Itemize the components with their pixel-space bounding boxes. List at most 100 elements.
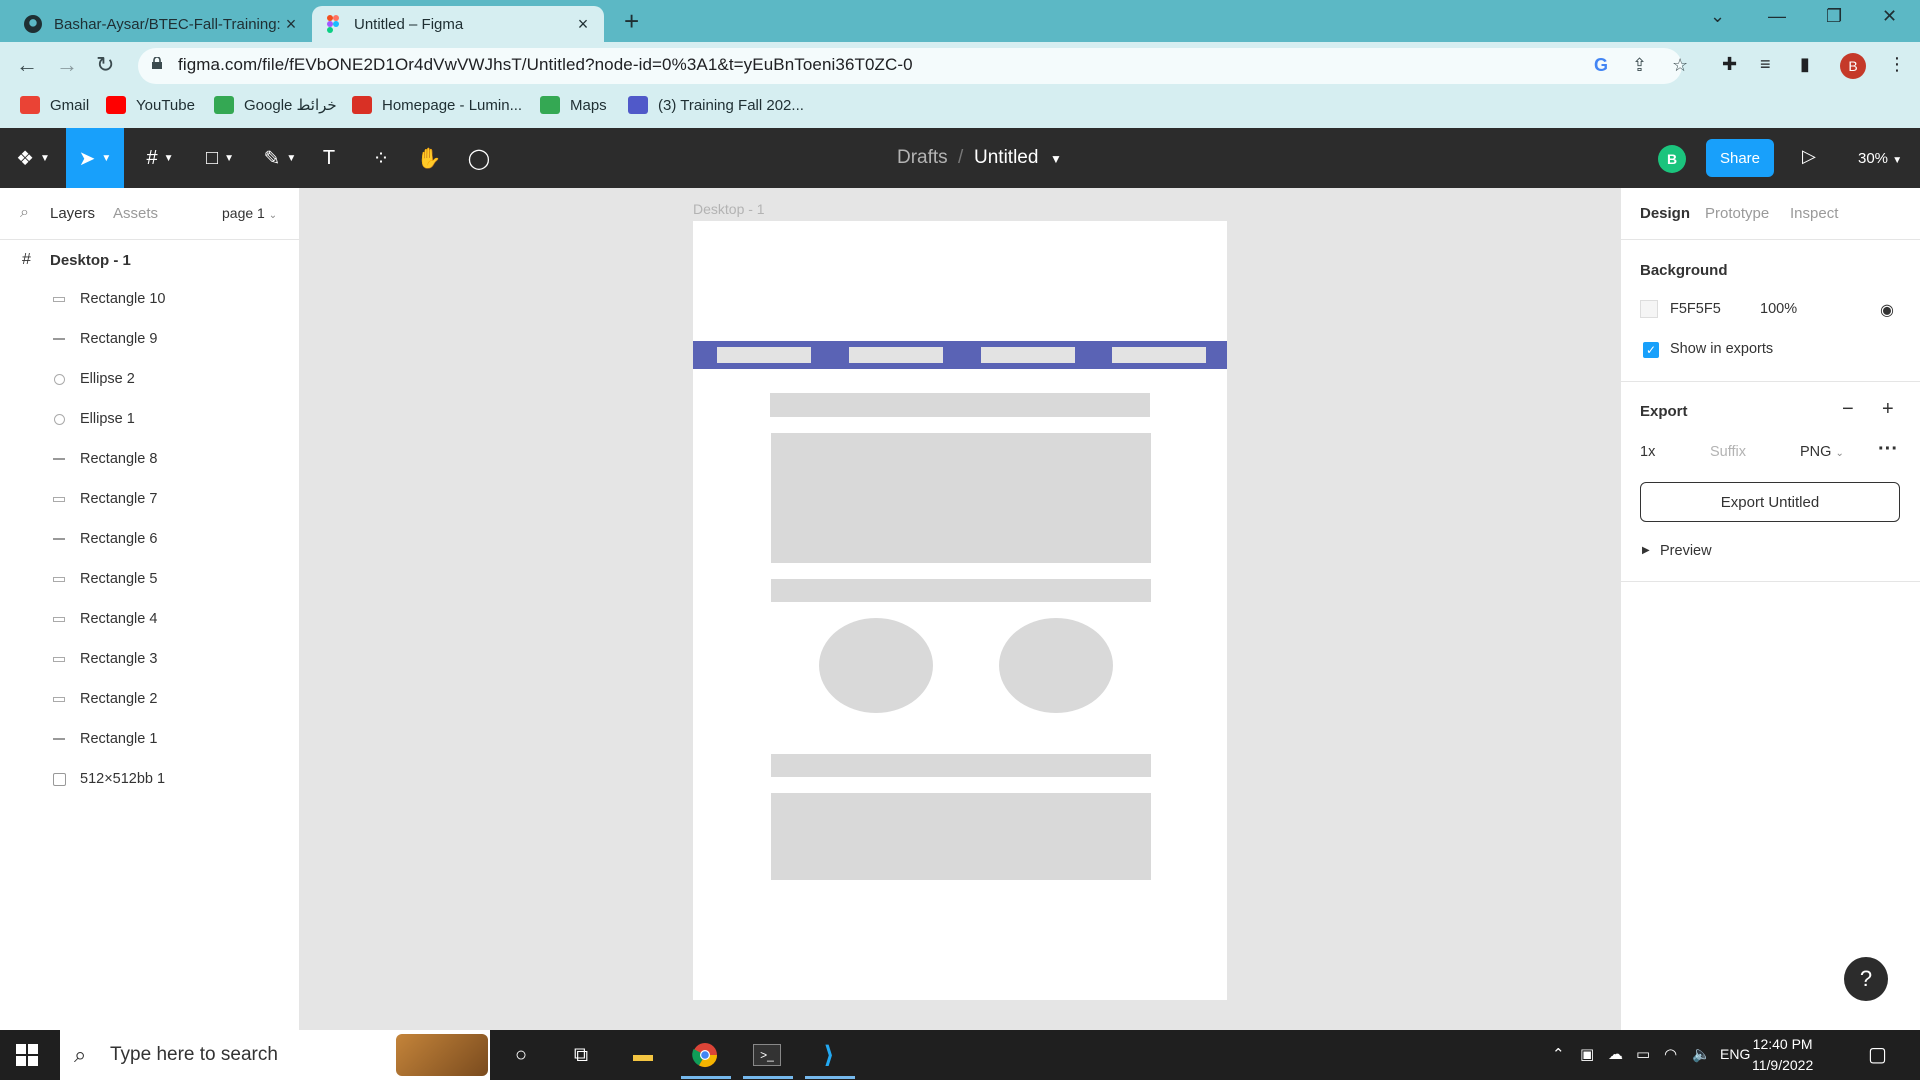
onedrive-cloud-icon[interactable]: ☁ [1608,1045,1623,1063]
hand-tool-button[interactable]: ✋ [412,128,446,188]
bookmark-maps[interactable]: Maps [540,96,607,114]
canvas-rect[interactable] [771,579,1151,602]
zoom-dropdown[interactable]: 30% ▼ [1858,150,1902,167]
canvas-nav-item-rect[interactable] [981,347,1075,363]
close-window-icon[interactable]: ✕ [1882,6,1897,27]
user-avatar[interactable]: B [1658,145,1686,173]
meet-now-icon[interactable]: ▣ [1580,1045,1594,1063]
bookmark-gmail[interactable]: Gmail [20,96,89,114]
layer-item[interactable]: Ellipse 1 [0,404,300,434]
layer-item[interactable]: Rectangle 6 [0,524,300,554]
media-controls-icon[interactable]: ≡ [1760,54,1771,75]
layer-item[interactable]: Rectangle 4 [0,604,300,634]
canvas-nav-item-rect[interactable] [849,347,943,363]
search-icon[interactable]: ⌕ [20,204,29,222]
background-color-swatch[interactable] [1640,300,1658,318]
bookmark-star-icon[interactable]: ☆ [1672,55,1688,76]
minimize-icon[interactable]: — [1768,6,1786,27]
layer-item[interactable]: Rectangle 3 [0,644,300,674]
url-text[interactable]: figma.com/file/fEVbONE2D1Or4dVwVWJhsT/Un… [178,55,913,75]
tab-layers[interactable]: Layers [50,205,95,222]
browser-tab-github[interactable]: Bashar-Aysar/BTEC-Fall-Training: × [12,6,312,42]
chrome-icon[interactable] [690,1040,720,1070]
restore-icon[interactable]: ❐ [1826,6,1842,27]
profile-avatar[interactable]: B [1840,53,1866,79]
bookmark-lumin[interactable]: Homepage - Lumin... [352,96,522,114]
file-explorer-icon[interactable]: ▬ [628,1040,658,1070]
background-opacity-input[interactable]: 100% [1760,301,1797,317]
layer-item[interactable]: Rectangle 8 [0,444,300,474]
language-indicator[interactable]: ENG [1720,1046,1750,1062]
present-play-icon[interactable]: ▷ [1802,146,1816,167]
volume-icon[interactable]: 🔈 [1692,1045,1711,1063]
frame-label[interactable]: Desktop - 1 [693,201,765,217]
bookmark-youtube[interactable]: YouTube [106,96,195,114]
layer-item[interactable]: Rectangle 9 [0,324,300,354]
share-button[interactable]: Share [1706,139,1774,177]
notifications-icon[interactable]: ▢ [1868,1042,1887,1067]
side-panel-icon[interactable]: ▮ [1800,54,1810,75]
export-button[interactable]: Export Untitled [1640,482,1900,522]
file-name[interactable]: Untitled [974,147,1038,169]
tab-inspect[interactable]: Inspect [1790,205,1838,222]
terminal-icon[interactable]: >_ [752,1040,782,1070]
comment-tool-button[interactable]: ◯ [462,128,496,188]
task-view-icon[interactable]: ⧉ [566,1040,596,1070]
canvas-nav-item-rect[interactable] [717,347,811,363]
canvas-rect[interactable] [771,433,1151,563]
bookmark-google-maps-ar[interactable]: Google خرائط [214,96,337,114]
bookmark-teams[interactable]: (3) Training Fall 202... [628,96,804,114]
layer-item[interactable]: Rectangle 1 [0,724,300,754]
canvas-ellipse[interactable] [819,618,933,713]
windows-start-icon[interactable] [16,1044,38,1066]
share-page-icon[interactable]: ⇪ [1632,55,1647,76]
tab-assets[interactable]: Assets [113,205,158,222]
layer-item[interactable]: Rectangle 2 [0,684,300,714]
google-translate-icon[interactable]: G [1594,55,1608,76]
tab-prototype[interactable]: Prototype [1705,205,1769,222]
vscode-icon[interactable]: ⟩ [814,1040,844,1070]
export-format-dropdown[interactable]: PNG ⌄ [1800,444,1844,460]
remove-export-icon[interactable]: − [1842,398,1854,421]
move-tool-button[interactable]: ➤ ▼ [66,128,124,188]
more-options-icon[interactable]: ··· [1878,438,1898,461]
eye-icon[interactable]: ◉ [1880,300,1894,320]
layer-item[interactable]: Rectangle 5 [0,564,300,594]
browser-tab-figma[interactable]: Untitled – Figma × [312,6,604,42]
browser-menu-icon[interactable]: ⋮ [1888,54,1906,75]
tab-design[interactable]: Design [1640,205,1690,222]
new-tab-button[interactable]: + [624,6,639,37]
cortana-icon[interactable]: ○ [506,1040,536,1070]
layer-item[interactable]: Ellipse 2 [0,364,300,394]
breadcrumb-drafts[interactable]: Drafts [897,147,948,169]
layer-frame-desktop[interactable]: # Desktop - 1 [0,245,300,275]
close-tab-icon[interactable]: × [282,14,300,35]
wifi-icon[interactable]: ◠ [1664,1045,1677,1063]
canvas-rect[interactable] [771,793,1151,880]
close-tab-icon[interactable]: × [574,14,592,35]
show-in-exports-checkbox[interactable]: ✓ [1643,342,1659,358]
add-export-icon[interactable]: + [1882,398,1894,421]
chevron-down-icon[interactable]: ▼ [1050,152,1062,166]
page-selector[interactable]: page 1 ⌄ [222,205,277,221]
taskbar-search-placeholder[interactable]: Type here to search [110,1044,278,1066]
canvas-rect[interactable] [771,754,1151,777]
figma-menu-button[interactable]: ❖ ▼ [8,128,58,188]
reload-icon[interactable]: ↻ [96,52,114,78]
layer-item[interactable]: Rectangle 10 [0,284,300,314]
caret-right-icon[interactable]: ▶ [1642,545,1650,556]
canvas-ellipse[interactable] [999,618,1113,713]
export-suffix-input[interactable]: Suffix [1710,444,1746,460]
canvas-nav-item-rect[interactable] [1112,347,1206,363]
help-button[interactable]: ? [1844,957,1888,1001]
extensions-icon[interactable]: ✚ [1722,54,1737,75]
export-scale-input[interactable]: 1x [1640,444,1655,460]
battery-icon[interactable]: ▭ [1636,1045,1650,1063]
layer-item[interactable]: Rectangle 7 [0,484,300,514]
pen-tool-button[interactable]: ✎ ▼ [256,128,304,188]
shape-tool-button[interactable]: □ ▼ [196,128,244,188]
frame-tool-button[interactable]: # ▼ [136,128,184,188]
preview-toggle[interactable]: Preview [1660,543,1712,559]
background-hex-input[interactable]: F5F5F5 [1670,301,1721,317]
back-arrow-icon[interactable]: ← [16,52,38,78]
